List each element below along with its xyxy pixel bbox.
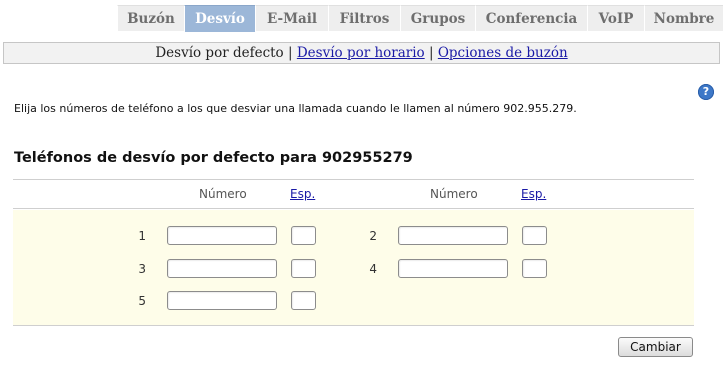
section-title: Teléfonos de desvío por defecto para 902…	[14, 150, 413, 166]
phone-number-input-2[interactable]	[398, 226, 508, 245]
table-bottom-divider	[13, 325, 694, 326]
header-numero-1: Número	[199, 187, 247, 201]
subnav-separator: |	[287, 45, 293, 61]
tab-buzon[interactable]: Buzón	[117, 5, 184, 31]
esp-input-4[interactable]	[522, 259, 547, 278]
subnav-link-mailbox[interactable]: Opciones de buzón	[438, 45, 568, 61]
esp-input-1[interactable]	[291, 226, 316, 245]
phone-number-input-4[interactable]	[398, 259, 508, 278]
subnav-separator: |	[428, 45, 434, 61]
tab-voip[interactable]: VoIP	[587, 5, 644, 31]
row-index-3: 3	[138, 262, 146, 276]
tab-filtros[interactable]: Filtros	[328, 5, 400, 31]
help-icon[interactable]: ?	[698, 84, 714, 100]
tab-conferencia[interactable]: Conferencia	[475, 5, 587, 31]
phone-number-input-1[interactable]	[167, 226, 277, 245]
esp-input-5[interactable]	[291, 291, 316, 310]
phone-number-input-5[interactable]	[167, 291, 277, 310]
tab-desvio[interactable]: Desvío	[184, 5, 255, 32]
tab-grupos[interactable]: Grupos	[400, 5, 475, 31]
intro-text: Elija los números de teléfono a los que …	[14, 102, 577, 115]
subnav-bar: Desvío por defecto | Desvío por horario …	[3, 42, 720, 64]
tab-bar: Buzón Desvío E-Mail Filtros Grupos Confe…	[117, 5, 723, 32]
esp-input-2[interactable]	[522, 226, 547, 245]
header-esp-link-2[interactable]: Esp.	[521, 187, 546, 201]
tab-nombre[interactable]: Nombre	[644, 5, 723, 31]
forward-numbers-panel	[13, 210, 694, 325]
esp-input-3[interactable]	[291, 259, 316, 278]
table-header-divider	[13, 208, 694, 209]
row-index-1: 1	[138, 229, 146, 243]
subnav-link-schedule[interactable]: Desvío por horario	[297, 45, 425, 61]
row-index-4: 4	[369, 262, 377, 276]
cambiar-button[interactable]: Cambiar	[618, 337, 693, 357]
table-top-divider	[13, 179, 694, 180]
tab-email[interactable]: E-Mail	[255, 5, 328, 31]
row-index-5: 5	[138, 294, 146, 308]
phone-number-input-3[interactable]	[167, 259, 277, 278]
header-esp-link-1[interactable]: Esp.	[290, 187, 315, 201]
subnav-current: Desvío por defecto	[155, 45, 284, 61]
header-numero-2: Número	[430, 187, 478, 201]
row-index-2: 2	[369, 229, 377, 243]
